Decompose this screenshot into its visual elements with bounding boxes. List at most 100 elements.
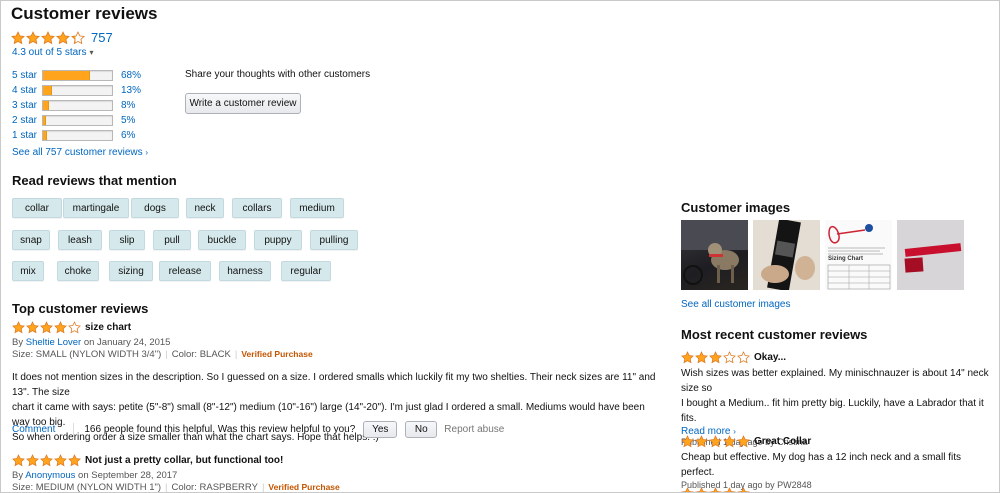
histogram-percent[interactable]: 8% [121,100,135,111]
review-stars [681,487,750,492]
histogram-bar[interactable] [42,85,113,96]
review-title-row[interactable]: size chart [12,321,662,334]
star-icon [12,454,25,467]
customer-image-red-collar[interactable] [897,220,964,290]
see-all-reviews-link[interactable]: See all 757 customer reviews › [12,147,148,158]
review-variant: Size: MEDIUM (NYLON WIDTH 1") | Color: RAS… [12,482,340,493]
histogram-row[interactable]: 2 star 5% [12,113,141,128]
mention-chip[interactable]: collar [12,198,62,218]
recent-review-item: Great Collar Cheap but effective. My dog… [681,435,991,490]
write-review-button[interactable]: Write a customer review [185,93,301,114]
helpful-no-button[interactable]: No [405,421,438,438]
mention-chip[interactable]: mix [12,261,44,281]
histogram-row[interactable]: 4 star 13% [12,83,141,98]
overall-rating[interactable]: 757 [11,30,113,45]
rating-summary-text[interactable]: 4.3 out of 5 stars [12,47,87,58]
mention-chip[interactable]: leash [58,230,102,250]
sizing-chart-icon [827,224,891,290]
review-body: Cheap but effective. My dog has a 12 inc… [681,450,991,480]
review-title-row[interactable]: Not just a pretty collar, but functional… [12,454,662,467]
review-feedback: Comment 166 people found this helpful. W… [12,421,504,438]
mention-chip[interactable]: choke [57,261,99,281]
sizing-chart-label: Sizing Chart [828,256,864,262]
customer-image-strip: Sizing Chart [681,220,964,290]
star-icon [723,435,736,448]
review-title[interactable]: Great Collar [754,436,811,447]
histogram-bar[interactable] [42,115,113,126]
customer-image-sizing-chart[interactable]: Sizing Chart [825,220,892,290]
histogram-percent[interactable]: 68% [121,70,141,81]
review-stars [12,321,81,334]
histogram-bar[interactable] [42,70,113,81]
star-icon [71,30,85,45]
chevron-down-icon[interactable]: ▾ [90,48,94,57]
star-icon [54,321,67,334]
mention-chip[interactable]: snap [12,230,50,250]
report-abuse-link[interactable]: Report abuse [444,424,504,435]
rating-count[interactable]: 757 [91,30,113,45]
mention-chip[interactable]: pulling [310,230,358,250]
mention-chip[interactable]: regular [281,261,331,281]
review-item: Not just a pretty collar, but functional… [12,454,662,493]
mention-chip[interactable]: buckle [198,230,246,250]
histogram-bar-fill [43,101,49,110]
histogram-label[interactable]: 3 star [12,100,42,111]
mention-chip[interactable]: dogs [131,198,179,218]
star-icon [26,30,40,45]
mention-chip[interactable]: harness [219,261,271,281]
top-reviews-title: Top customer reviews [12,301,149,316]
star-icon [737,487,750,492]
see-all-images-link[interactable]: See all customer images [681,299,791,310]
histogram-row[interactable]: 3 star 8% [12,98,141,113]
comment-link[interactable]: Comment [12,424,55,435]
review-size: Size: SMALL (NYLON WIDTH 3/4") [12,349,162,360]
review-title-row[interactable]: Okay... [681,351,991,364]
mention-chip[interactable]: pull [153,230,191,250]
mention-chip[interactable]: puppy [254,230,302,250]
see-all-reviews-label[interactable]: See all 757 customer reviews [12,147,143,158]
star-icon [26,454,39,467]
histogram-percent[interactable]: 13% [121,85,141,96]
verified-badge: Verified Purchase [268,482,340,492]
mention-chip[interactable]: medium [290,198,344,218]
histogram-label[interactable]: 4 star [12,85,42,96]
histogram-label[interactable]: 5 star [12,70,42,81]
chevron-right-icon: › [145,148,149,157]
review-stars [681,351,750,364]
mention-chip[interactable]: neck [186,198,224,218]
review-author[interactable]: Anonymous [25,470,75,481]
star-icon [695,351,708,364]
review-byline: By Sheltie Lover on January 24, 2015 [12,337,662,348]
histogram-label[interactable]: 1 star [12,130,42,141]
mention-chip[interactable]: collars [232,198,282,218]
byline-prefix: By [12,337,24,348]
helpful-yes-button[interactable]: Yes [363,421,398,438]
histogram-bar-fill [43,116,47,125]
histogram-bar[interactable] [42,130,113,141]
histogram-row[interactable]: 1 star 6% [12,128,141,143]
histogram-bar-fill [43,86,52,95]
customer-image-collar[interactable] [753,220,820,290]
rating-summary[interactable]: 4.3 out of 5 stars ▾ [12,47,94,58]
review-date: on September 28, 2017 [78,470,178,481]
review-title-row[interactable]: Great Collar [681,435,991,448]
histogram-bar[interactable] [42,100,113,111]
histogram-label[interactable]: 2 star [12,115,42,126]
histogram-percent[interactable]: 5% [121,115,135,126]
customer-image-dog[interactable] [681,220,748,290]
review-author[interactable]: Sheltie Lover [26,337,81,348]
mention-chip[interactable]: slip [109,230,145,250]
review-title[interactable]: size chart [85,322,131,333]
mention-chip[interactable]: martingale [63,198,129,218]
review-title[interactable]: Okay... [754,352,786,363]
review-stars [12,454,81,467]
mention-chip[interactable]: release [159,261,211,281]
histogram-percent[interactable]: 6% [121,130,135,141]
star-icon [681,487,694,492]
review-body-line: Cheap but effective. My dog has a 12 inc… [681,452,961,478]
mention-chip[interactable]: sizing [109,261,153,281]
review-title[interactable]: Not just a pretty collar, but functional… [85,455,283,466]
review-date: on January 24, 2015 [83,337,171,348]
red-collar-photo-icon [904,243,962,273]
histogram-row[interactable]: 5 star 68% [12,68,141,83]
